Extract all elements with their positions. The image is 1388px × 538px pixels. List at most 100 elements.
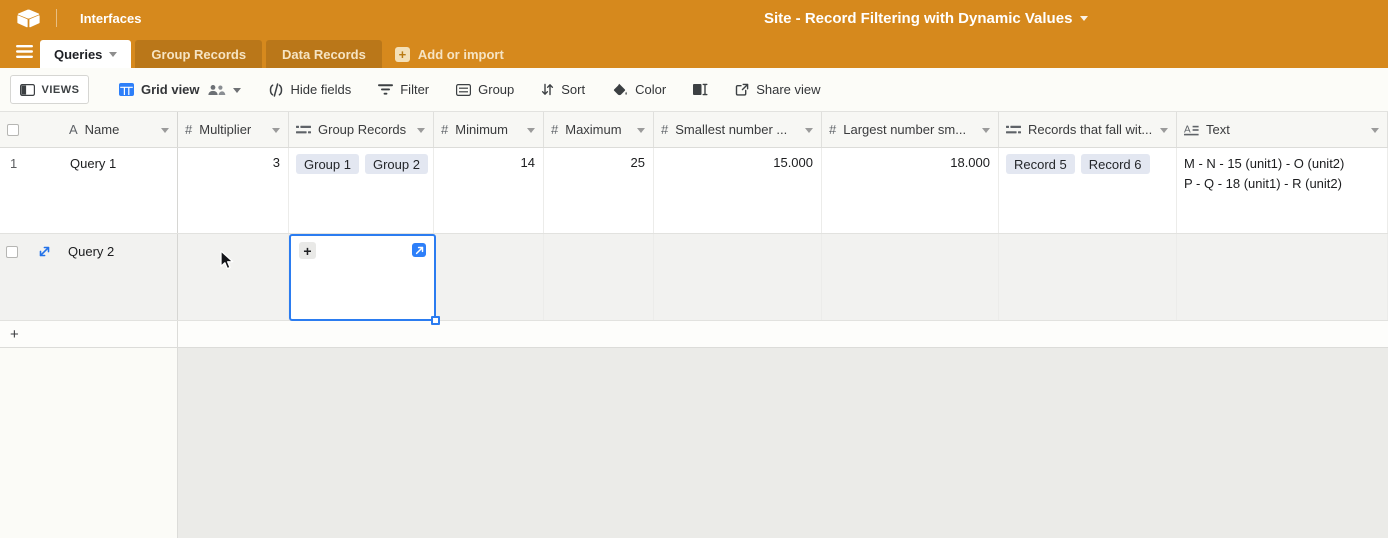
- column-header-name[interactable]: A Name: [0, 112, 178, 147]
- column-caret-icon[interactable]: [272, 128, 280, 137]
- collaborators-icon: [207, 84, 226, 96]
- airtable-interface-window: Interfaces Site - Record Filtering with …: [0, 0, 1388, 538]
- add-or-import-button[interactable]: + Add or import: [395, 40, 504, 68]
- add-row-plus-icon[interactable]: +: [10, 327, 19, 342]
- expand-arrow-icon: [415, 246, 424, 255]
- cell-smallest-number[interactable]: 15.000: [654, 148, 822, 233]
- hide-fields-button[interactable]: Hide fields: [268, 82, 352, 97]
- cell-records-that-fall[interactable]: Record 5 Record 6: [999, 148, 1177, 233]
- column-caret-icon[interactable]: [161, 128, 169, 137]
- column-caret-icon[interactable]: [1160, 128, 1168, 137]
- page-title: Site - Record Filtering with Dynamic Val…: [764, 10, 1072, 27]
- column-header-maximum[interactable]: # Maximum: [544, 112, 654, 147]
- sort-button[interactable]: Sort: [541, 82, 585, 97]
- top-bar: Interfaces Site - Record Filtering with …: [0, 0, 1388, 36]
- column-caret-icon[interactable]: [1371, 128, 1379, 137]
- tab-queries-label: Queries: [54, 47, 102, 62]
- tab-group-records-label: Group Records: [151, 47, 246, 62]
- cell-records-that-fall[interactable]: [999, 234, 1177, 320]
- column-caret-icon[interactable]: [417, 128, 425, 137]
- view-caret-icon: [233, 88, 241, 97]
- cell-name[interactable]: 1 Query 1: [0, 148, 178, 233]
- column-header-largest-number[interactable]: # Largest number sm...: [822, 112, 999, 147]
- column-header-multiplier[interactable]: # Multiplier: [178, 112, 289, 147]
- share-view-button[interactable]: Share view: [735, 82, 820, 97]
- table-tab-bar: Queries Group Records Data Records + Add…: [0, 36, 1388, 68]
- cell-multiplier[interactable]: [178, 234, 289, 320]
- hamburger-menu-icon[interactable]: [16, 45, 33, 58]
- color-icon: [612, 83, 628, 96]
- page-title-group[interactable]: Site - Record Filtering with Dynamic Val…: [764, 0, 1088, 36]
- add-linked-record-button[interactable]: +: [299, 242, 316, 259]
- hide-fields-label: Hide fields: [291, 82, 352, 97]
- cell-value: 15.000: [773, 155, 813, 170]
- number-field-icon: #: [185, 123, 192, 136]
- linked-record-field-icon: [296, 125, 311, 135]
- expand-record-icon[interactable]: [38, 245, 51, 258]
- column-header-records-that-fall[interactable]: Records that fall wit...: [999, 112, 1177, 147]
- row-height-button[interactable]: [693, 83, 708, 96]
- grid-view-icon: [119, 83, 134, 96]
- cell-largest-number[interactable]: [822, 234, 999, 320]
- column-header-label: Text: [1206, 122, 1230, 137]
- column-header-smallest-number[interactable]: # Smallest number ...: [654, 112, 822, 147]
- tab-caret-icon[interactable]: [109, 52, 117, 61]
- column-header-label: Group Records: [318, 122, 406, 137]
- column-caret-icon[interactable]: [982, 128, 990, 137]
- number-field-icon: #: [661, 123, 668, 136]
- title-caret-icon: [1080, 16, 1088, 25]
- text-line: M - N - 15 (unit1) - O (unit2): [1184, 154, 1381, 174]
- linked-record-chip[interactable]: Group 2: [365, 154, 428, 174]
- selected-cell[interactable]: +: [289, 234, 436, 321]
- column-caret-icon[interactable]: [637, 128, 645, 137]
- column-header-minimum[interactable]: # Minimum: [434, 112, 544, 147]
- group-button[interactable]: Group: [456, 82, 514, 97]
- cell-maximum[interactable]: [544, 234, 654, 320]
- add-row-left-pane[interactable]: +: [0, 321, 178, 347]
- column-header-label: Largest number sm...: [843, 122, 966, 137]
- linked-record-chip[interactable]: Record 5: [1006, 154, 1075, 174]
- hide-fields-icon: [268, 83, 284, 97]
- column-header-label: Maximum: [565, 122, 621, 137]
- cell-fill-handle[interactable]: [431, 316, 440, 325]
- column-header-label: Name: [85, 122, 120, 137]
- group-label: Group: [478, 82, 514, 97]
- grid-header-row: A Name # Multiplier Group Records # Mini…: [0, 112, 1388, 148]
- color-button[interactable]: Color: [612, 82, 666, 97]
- cell-text[interactable]: M - N - 15 (unit1) - O (unit2) P - Q - 1…: [1177, 148, 1388, 233]
- column-header-group-records[interactable]: Group Records: [289, 112, 434, 147]
- select-all-checkbox[interactable]: [7, 124, 19, 136]
- tab-group-records[interactable]: Group Records: [135, 40, 262, 68]
- cell-smallest-number[interactable]: [654, 234, 822, 320]
- add-row-bar[interactable]: +: [0, 321, 1388, 348]
- linked-record-chip[interactable]: Record 6: [1081, 154, 1150, 174]
- column-header-text[interactable]: A Text: [1177, 112, 1388, 147]
- row-number: 1: [10, 156, 70, 171]
- expand-cell-button[interactable]: [412, 243, 426, 257]
- tab-data-records[interactable]: Data Records: [266, 40, 382, 68]
- cell-largest-number[interactable]: 18.000: [822, 148, 999, 233]
- add-or-import-label: Add or import: [418, 47, 504, 62]
- text-field-icon: A: [69, 123, 78, 136]
- tab-queries[interactable]: Queries: [40, 40, 131, 68]
- column-caret-icon[interactable]: [527, 128, 535, 137]
- airtable-logo-icon[interactable]: [17, 9, 40, 28]
- linked-record-chip[interactable]: Group 1: [296, 154, 359, 174]
- row-checkbox[interactable]: [6, 246, 18, 258]
- cell-minimum[interactable]: [434, 234, 544, 320]
- view-switcher[interactable]: Grid view: [119, 82, 241, 97]
- column-header-label: Smallest number ...: [675, 122, 787, 137]
- column-caret-icon[interactable]: [805, 128, 813, 137]
- cell-minimum[interactable]: 14: [434, 148, 544, 233]
- cell-group-records[interactable]: Group 1 Group 2: [289, 148, 434, 233]
- group-icon: [456, 84, 471, 96]
- interfaces-label[interactable]: Interfaces: [80, 11, 141, 26]
- column-header-label: Minimum: [455, 122, 508, 137]
- cell-text[interactable]: [1177, 234, 1388, 320]
- cell-multiplier[interactable]: 3: [178, 148, 289, 233]
- filter-button[interactable]: Filter: [378, 82, 429, 97]
- cell-name[interactable]: Query 2: [0, 234, 178, 320]
- cell-maximum[interactable]: 25: [544, 148, 654, 233]
- views-sidebar-button[interactable]: VIEWS: [10, 75, 89, 104]
- color-label: Color: [635, 82, 666, 97]
